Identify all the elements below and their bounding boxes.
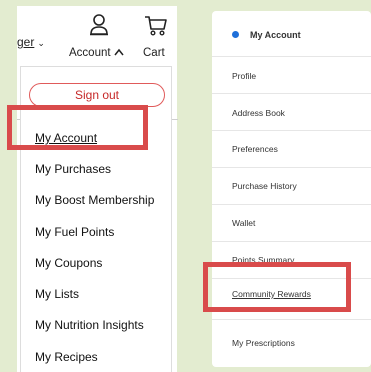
store-selector[interactable]: ger ⌄	[17, 35, 45, 49]
sidebar-item-label: Points Summary	[232, 255, 295, 265]
sign-out-button[interactable]: Sign out	[29, 83, 165, 107]
store-selector-label: ger	[17, 35, 35, 49]
dropdown-item-my-account[interactable]: My Account	[35, 131, 97, 145]
sidebar-header-label: My Account	[250, 30, 301, 40]
sidebar-item-preferences[interactable]: Preferences	[212, 131, 371, 168]
dropdown-item-my-lists[interactable]: My Lists	[35, 287, 79, 301]
top-nav: ger ⌄ Account Cart	[17, 6, 177, 66]
account-menu-button[interactable]: Account	[69, 14, 131, 62]
cart-label: Cart	[143, 47, 165, 59]
sidebar-item-label: Preferences	[232, 144, 278, 154]
sidebar-item-address-book[interactable]: Address Book	[212, 94, 371, 131]
divider	[17, 119, 20, 120]
sidebar-header-my-account[interactable]: My Account	[212, 11, 371, 57]
sidebar-item-points-summary[interactable]: Points Summary	[212, 242, 371, 279]
cart-button[interactable]: Cart	[141, 14, 173, 62]
sidebar-item-profile[interactable]: Profile	[212, 57, 371, 94]
chevron-up-icon	[114, 47, 124, 59]
sidebar-item-label: Purchase History	[232, 181, 297, 191]
user-icon	[89, 14, 109, 43]
dropdown-item-my-boost-membership[interactable]: My Boost Membership	[35, 193, 154, 207]
dropdown-item-my-recipes[interactable]: My Recipes	[35, 350, 98, 364]
sidebar-item-wallet[interactable]: Wallet	[212, 205, 371, 242]
active-dot-icon	[232, 31, 239, 38]
account-sidebar-menu: My Account Profile Address Book Preferen…	[212, 11, 371, 367]
sidebar-item-label: Profile	[232, 71, 257, 81]
divider	[172, 119, 178, 120]
dropdown-item-my-purchases[interactable]: My Purchases	[35, 162, 111, 176]
account-dropdown: Sign out My Account My Purchases My Boos…	[20, 66, 172, 372]
dropdown-item-my-fuel-points[interactable]: My Fuel Points	[35, 225, 114, 239]
sidebar-item-label: My Prescriptions	[232, 338, 295, 348]
sidebar-item-purchase-history[interactable]: Purchase History	[212, 168, 371, 205]
sidebar-item-community-rewards[interactable]: Community Rewards	[212, 279, 371, 320]
sidebar-item-label: Wallet	[232, 218, 256, 228]
sidebar-item-my-prescriptions[interactable]: My Prescriptions	[212, 320, 371, 367]
dropdown-item-my-nutrition-insights[interactable]: My Nutrition Insights	[35, 318, 144, 332]
header-dropdown-panel: ger ⌄ Account Cart Sign out My Account M…	[17, 6, 177, 372]
cart-icon	[144, 14, 168, 43]
chevron-down-icon: ⌄	[37, 38, 45, 48]
dropdown-item-my-coupons[interactable]: My Coupons	[35, 256, 102, 270]
account-label: Account	[69, 47, 124, 59]
sidebar-item-label: Address Book	[232, 108, 285, 118]
sidebar-item-label: Community Rewards	[232, 289, 311, 299]
